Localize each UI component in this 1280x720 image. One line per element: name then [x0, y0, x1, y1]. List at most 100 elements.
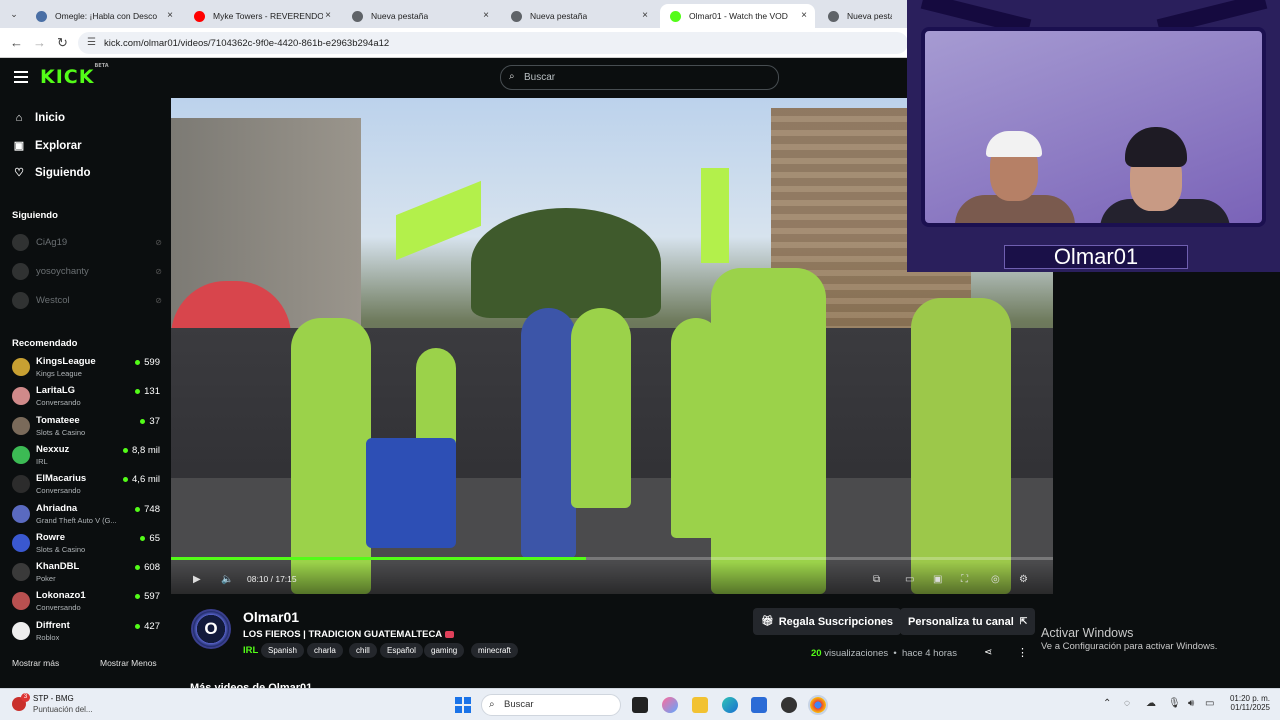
- nav-explorar[interactable]: ▣ Explorar: [12, 139, 82, 153]
- taskbar-clock[interactable]: 01:20 p. m. 01/11/2025: [1226, 694, 1270, 712]
- close-tab-icon[interactable]: ×: [801, 10, 807, 21]
- recommended-channel[interactable]: KingsLeague Kings League 599: [12, 355, 160, 381]
- show-hidden-icons-icon[interactable]: ⌃: [1103, 698, 1111, 709]
- video-scene: [521, 308, 576, 558]
- video-progress-fill: [171, 557, 586, 560]
- url-field[interactable]: ☰ kick.com/olmar01/videos/7104362c-9f0e-…: [78, 32, 908, 54]
- fullscreen-icon[interactable]: ⛶: [961, 574, 968, 585]
- browser-tab[interactable]: Nueva pestaña ×: [501, 4, 656, 28]
- following-item[interactable]: yosoychanty ⊘: [12, 261, 162, 281]
- gift-label: Regala Suscripciones: [778, 615, 894, 628]
- tray-app-icon[interactable]: ☁︎: [1146, 698, 1156, 709]
- start-tile: [464, 706, 471, 713]
- recommended-channel[interactable]: LaritaLG Conversando 131: [12, 384, 160, 410]
- site-info-icon[interactable]: ☰: [87, 37, 96, 48]
- video-progress-bar[interactable]: [171, 557, 1053, 560]
- copilot-icon[interactable]: [662, 697, 678, 713]
- tag-chip[interactable]: Spanish: [261, 643, 304, 658]
- recommended-channel[interactable]: ElMacarius Conversando 4,6 mil: [12, 472, 160, 498]
- following-name: yosoychanty: [36, 265, 89, 277]
- tag-chip[interactable]: gaming: [424, 643, 465, 658]
- recommended-channel[interactable]: Nexxuz IRL 8,8 mil: [12, 443, 160, 469]
- close-tab-icon[interactable]: ×: [167, 10, 173, 21]
- browser-tab[interactable]: Omegle: ¡Habla con Desco ×: [26, 4, 181, 28]
- webcam-person: [986, 131, 1042, 157]
- viewer-count: 597: [135, 591, 160, 602]
- windows-start-icon[interactable]: [455, 697, 471, 713]
- search-input[interactable]: ⌕ Buscar: [500, 65, 779, 90]
- browser-tab[interactable]: Nueva pestaña ×: [342, 4, 497, 28]
- nav-label: Siguiendo: [35, 166, 91, 179]
- share-icon[interactable]: ⋖: [984, 647, 992, 658]
- steam-icon[interactable]: [781, 697, 797, 713]
- close-tab-icon[interactable]: ×: [642, 10, 648, 21]
- video-scene: [571, 308, 631, 508]
- settings-icon[interactable]: ⚙: [1019, 574, 1028, 585]
- browser-tab[interactable]: Myke Towers - REVERENDO (Vi×: [184, 4, 339, 28]
- edge-icon[interactable]: [722, 697, 738, 713]
- windows-taskbar: 3 STP - BMG Puntuación del... ⌕ Buscar ⌃ …: [0, 688, 1280, 720]
- tag-chip[interactable]: Español: [380, 643, 423, 658]
- battery-icon[interactable]: ▭: [1205, 698, 1214, 709]
- browser-tab[interactable]: Nueva pestaña: [818, 4, 908, 28]
- show-more-button[interactable]: Mostrar más: [12, 658, 59, 668]
- video-controls: [171, 562, 1053, 594]
- viewer-count-value: 8,8 mil: [132, 444, 160, 456]
- store-icon[interactable]: [751, 697, 767, 713]
- recommended-channel[interactable]: Ahriadna Grand Theft Auto V (G... 748: [12, 502, 160, 528]
- nav-siguiendo[interactable]: ♡ Siguiendo: [12, 166, 91, 180]
- nav-inicio[interactable]: ⌂ Inicio: [12, 112, 65, 124]
- close-tab-icon[interactable]: ×: [483, 10, 489, 21]
- following-item[interactable]: Westcol ⊘: [12, 290, 162, 310]
- customize-channel-button[interactable]: Personaliza tu canal ⇱: [900, 608, 1036, 635]
- recommended-channel[interactable]: Diffrent Roblox 427: [12, 619, 160, 645]
- viewer-count: 65: [140, 533, 160, 544]
- file-explorer-icon[interactable]: [692, 697, 708, 713]
- webcam-feed: [921, 27, 1266, 227]
- taskbar-search-placeholder: Buscar: [504, 699, 534, 710]
- quality-icon[interactable]: ◎: [991, 574, 1000, 585]
- gift-subs-button[interactable]: 🎁︎ Regala Suscripciones: [753, 608, 902, 635]
- logo-badge: BETA: [94, 62, 109, 69]
- avatar: [12, 592, 30, 611]
- tag-chip[interactable]: charla: [307, 643, 343, 658]
- channel-category: Kings League: [36, 369, 82, 378]
- clock-date: 01/11/2025: [1230, 703, 1270, 712]
- taskbar-search-input[interactable]: ⌕ Buscar: [481, 694, 621, 716]
- microphone-icon[interactable]: 🎙︎: [1168, 698, 1181, 709]
- miniplayer-icon[interactable]: ▣: [933, 574, 942, 585]
- tag-chip[interactable]: minecraft: [471, 643, 518, 658]
- recommended-channel[interactable]: Tomateee Slots & Casino 37: [12, 414, 160, 440]
- clip-icon[interactable]: ⧉: [873, 574, 880, 585]
- more-options-icon[interactable]: ⋮: [1017, 646, 1028, 659]
- reload-icon[interactable]: ↻: [57, 35, 68, 51]
- notification-badge: 3: [21, 693, 30, 702]
- chrome-icon[interactable]: [808, 695, 828, 715]
- show-less-button[interactable]: Mostrar Menos: [100, 658, 157, 668]
- volume-icon[interactable]: 🔈: [221, 574, 233, 585]
- following-item[interactable]: CiAg19 ⊘: [12, 232, 162, 252]
- tray-app-icon[interactable]: ◌: [1124, 698, 1130, 709]
- channel-name[interactable]: Olmar01: [243, 609, 299, 625]
- task-view-icon[interactable]: [632, 697, 648, 713]
- volume-icon[interactable]: 🔊︎: [1188, 698, 1194, 709]
- play-icon[interactable]: ▶: [193, 574, 201, 585]
- recommended-channel[interactable]: Lokonazo1 Conversando 597: [12, 589, 160, 615]
- back-icon[interactable]: ←: [10, 35, 23, 50]
- channel-category: Poker: [36, 574, 56, 584]
- theater-icon[interactable]: ▭: [905, 574, 914, 585]
- close-tab-icon[interactable]: ×: [325, 10, 331, 21]
- channel-avatar[interactable]: O: [191, 609, 231, 649]
- forward-icon[interactable]: →: [33, 35, 46, 50]
- recommended-channel[interactable]: Rowre Slots & Casino 65: [12, 531, 160, 557]
- kick-logo[interactable]: KICKBETA: [40, 62, 109, 88]
- menu-icon[interactable]: [14, 71, 28, 83]
- browser-tab[interactable]: Olmar01 - Watch the VOD ×: [660, 4, 815, 28]
- category-link[interactable]: IRL: [243, 645, 258, 656]
- recommended-channel[interactable]: KhanDBL Poker 608: [12, 560, 160, 586]
- channel-category: Roblox: [36, 632, 60, 642]
- tag-chip[interactable]: chill: [349, 643, 377, 658]
- viewer-count-value: 131: [144, 386, 160, 398]
- tab-search-chevron-icon[interactable]: ⌄: [6, 6, 22, 22]
- chrome-favicon-icon: [352, 10, 363, 22]
